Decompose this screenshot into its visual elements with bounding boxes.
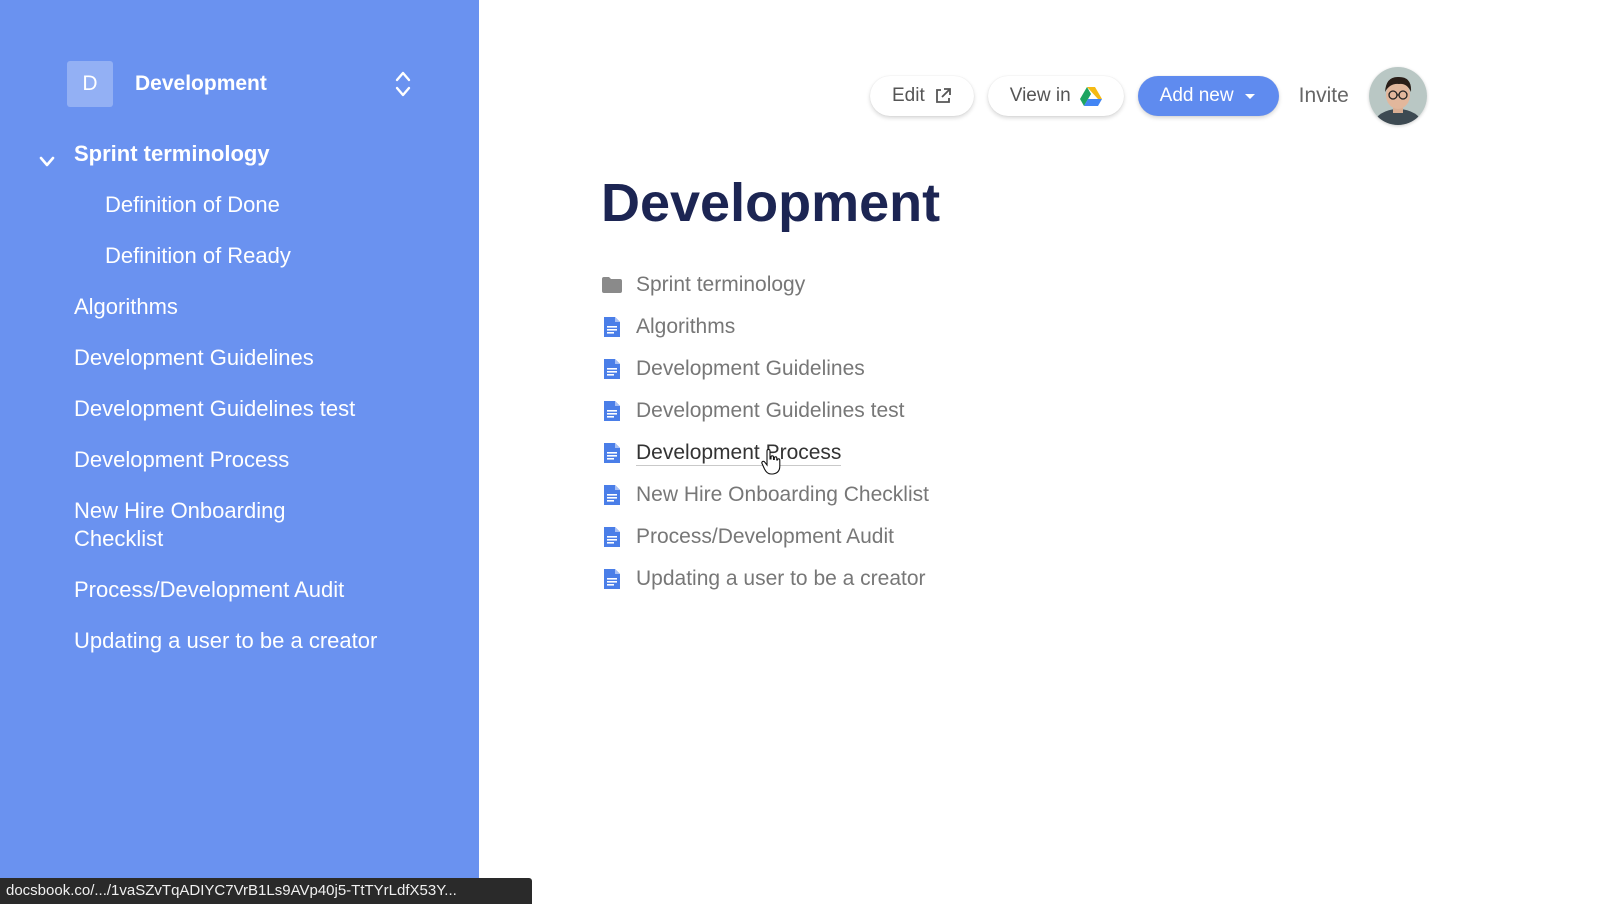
sidebar-item-label: Updating a user to be a creator <box>74 628 378 653</box>
status-bar-url: docsbook.co/.../1vaSZvTqADIYC7VrB1Ls9AVp… <box>0 878 532 904</box>
list-item[interactable]: Development Guidelines <box>601 355 929 383</box>
view-in-button-label: View in <box>1009 85 1071 106</box>
doc-icon <box>601 316 623 338</box>
sidebar-item-label: Process/Development Audit <box>74 577 345 602</box>
sidebar-item-new-hire-onboarding-checklist[interactable]: New Hire Onboarding Checklist <box>0 497 479 553</box>
sidebar-item-label: New Hire Onboarding Checklist <box>74 498 286 551</box>
workspace-badge: D <box>67 61 113 107</box>
edit-button-label: Edit <box>892 85 925 106</box>
list-item-label: Sprint terminology <box>636 273 806 296</box>
toolbar: Edit View in Add new Invite <box>870 67 1427 125</box>
add-new-button-label: Add new <box>1159 85 1234 106</box>
list-item-label: New Hire Onboarding Checklist <box>636 483 929 506</box>
google-drive-icon <box>1079 86 1102 106</box>
add-new-button[interactable]: Add new <box>1137 76 1279 116</box>
chevron-down-icon[interactable] <box>38 148 56 167</box>
sidebar-item-label: Development Guidelines test <box>74 396 356 421</box>
workspace-name: Development <box>135 72 267 95</box>
list-item[interactable]: Process/Development Audit <box>601 523 929 551</box>
caret-down-icon <box>1243 91 1257 101</box>
sidebar-item-development-guidelines[interactable]: Development Guidelines <box>0 344 479 372</box>
list-item-label: Algorithms <box>636 315 736 338</box>
list-item[interactable]: Algorithms <box>601 313 929 341</box>
sidebar: D Development Sprint terminology Definit… <box>0 0 479 904</box>
doc-icon <box>601 568 623 590</box>
doc-icon <box>601 526 623 548</box>
doc-icon <box>601 484 623 506</box>
list-item[interactable]: Sprint terminology <box>601 271 929 299</box>
workspace-switcher[interactable]: D Development <box>67 60 413 108</box>
sidebar-item-development-guidelines-test[interactable]: Development Guidelines test <box>0 395 479 423</box>
sidebar-item-label: Definition of Ready <box>105 243 291 268</box>
doc-icon <box>601 400 623 422</box>
sidebar-item-definition-of-ready[interactable]: Definition of Ready <box>0 242 479 270</box>
list-item-label: Development Guidelines test <box>636 399 905 422</box>
external-link-icon <box>934 87 952 105</box>
list-item-label: Development Process <box>636 440 842 466</box>
document-list: Sprint terminology Algorithms Developmen… <box>601 271 929 607</box>
expand-collapse-icon[interactable] <box>393 69 413 99</box>
sidebar-item-updating-a-user[interactable]: Updating a user to be a creator <box>0 627 479 655</box>
sidebar-item-label: Algorithms <box>74 294 178 319</box>
invite-link[interactable]: Invite <box>1299 84 1349 108</box>
doc-icon <box>601 442 623 464</box>
list-item-label: Updating a user to be a creator <box>636 567 926 590</box>
sidebar-item-process-development-audit[interactable]: Process/Development Audit <box>0 576 479 604</box>
sidebar-item-label: Definition of Done <box>105 192 280 217</box>
doc-icon <box>601 358 623 380</box>
page-title: Development <box>601 173 941 233</box>
sidebar-item-label: Development Process <box>74 447 290 472</box>
list-item[interactable]: New Hire Onboarding Checklist <box>601 481 929 509</box>
list-item-label: Development Guidelines <box>636 357 865 380</box>
list-item[interactable]: Updating a user to be a creator <box>601 565 929 593</box>
sidebar-item-sprint-terminology[interactable]: Sprint terminology <box>0 140 479 168</box>
sidebar-nav: Sprint terminology Definition of Done De… <box>0 140 479 678</box>
sidebar-item-definition-of-done[interactable]: Definition of Done <box>0 191 479 219</box>
hand-pointer-cursor-icon <box>761 448 781 475</box>
view-in-drive-button[interactable]: View in <box>987 76 1124 116</box>
edit-button[interactable]: Edit <box>870 76 974 116</box>
sidebar-item-development-process[interactable]: Development Process <box>0 446 479 474</box>
list-item[interactable]: Development Guidelines test <box>601 397 929 425</box>
sidebar-item-algorithms[interactable]: Algorithms <box>0 293 479 321</box>
folder-icon <box>601 274 623 296</box>
avatar[interactable] <box>1368 67 1427 125</box>
sidebar-item-label: Sprint terminology <box>74 141 270 166</box>
sidebar-item-label: Development Guidelines <box>74 345 314 370</box>
list-item-label: Process/Development Audit <box>636 525 894 548</box>
